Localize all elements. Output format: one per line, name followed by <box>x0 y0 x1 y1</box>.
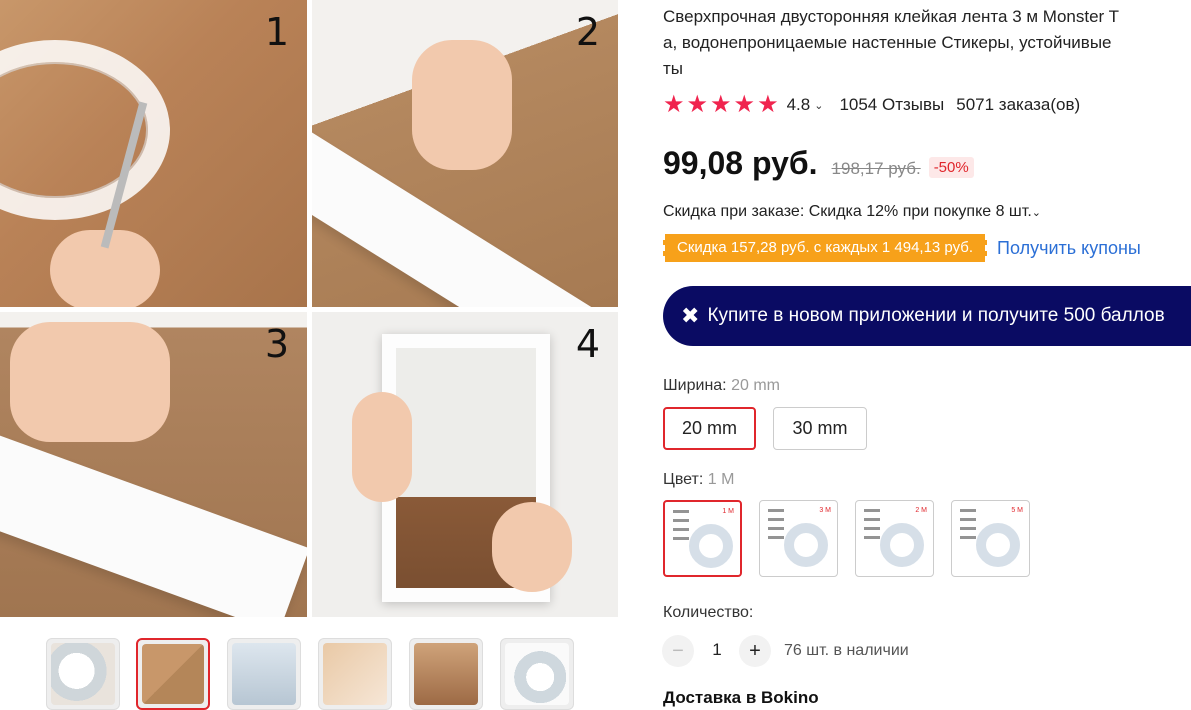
chevron-down-icon: ⌄ <box>1031 207 1041 219</box>
tape-roll-image <box>689 524 733 568</box>
product-title: Сверхпрочная двусторонняя клейкая лента … <box>663 7 1119 78</box>
chevron-down-icon[interactable]: ⌄ <box>814 99 823 112</box>
star-icon: ★ <box>710 91 732 118</box>
price-row: 99,08 руб. 198,17 руб. -50% <box>663 145 974 182</box>
thumbnail[interactable] <box>409 638 483 710</box>
option-tag: 2 M <box>915 507 927 514</box>
color-label-text: Цвет: <box>663 471 704 488</box>
order-discount-text: Скидка при заказе: Скидка 12% при покупк… <box>663 203 1032 220</box>
app-promo-text: Купите в новом приложении и получите 500… <box>707 305 1165 326</box>
color-label: Цвет: 1 M <box>663 471 734 489</box>
get-coupons-link[interactable]: Получить купоны <box>997 238 1141 259</box>
main-product-image[interactable]: 1 2 3 4 <box>0 0 618 617</box>
color-option-2m[interactable]: 2 M <box>855 500 934 577</box>
hand <box>10 322 170 442</box>
coupon-badge: Скидка 157,28 руб. с каждых 1 494,13 руб… <box>663 234 988 262</box>
quantity-increase-button[interactable]: + <box>739 635 771 667</box>
reviews-link[interactable]: 1054 Отзывы <box>839 95 944 115</box>
star-icon: ★ <box>757 91 779 118</box>
width-option-20mm[interactable]: 20 mm <box>663 407 756 450</box>
delivery-heading: Доставка в Bokino <box>663 688 819 707</box>
quantity-label: Количество: <box>663 604 754 621</box>
thumbnail[interactable] <box>46 638 120 710</box>
app-promo-button[interactable]: ✖ Купите в новом приложении и получите 5… <box>663 286 1191 346</box>
color-option-1m[interactable]: 1 M <box>663 500 742 577</box>
coupon-row: Скидка 157,28 руб. с каждых 1 494,13 руб… <box>663 234 1141 262</box>
quantity-decrease-button[interactable]: − <box>662 635 694 667</box>
tape-roll-image <box>976 523 1020 567</box>
star-icon: ★ <box>686 91 709 118</box>
orders-count: 5071 заказа(ов) <box>956 95 1081 114</box>
width-label-text: Ширина: <box>663 377 727 394</box>
color-option-5m[interactable]: 5 M <box>951 500 1030 577</box>
rating-row: ★ ★ ★ ★ ★ 4.8 ⌄ 1054 Отзывы 5071 заказа(… <box>663 92 1080 118</box>
tape-roll-image <box>880 523 924 567</box>
thumbnail[interactable] <box>318 638 392 710</box>
image-step-2: 2 <box>312 0 618 307</box>
hooks-image <box>960 509 976 539</box>
step-number: 1 <box>264 10 289 54</box>
image-step-1: 1 <box>0 0 307 307</box>
quantity-value[interactable]: 1 <box>703 640 731 660</box>
current-price: 99,08 руб. <box>663 145 818 181</box>
white-bar <box>0 432 307 617</box>
thumbnail[interactable] <box>227 638 301 710</box>
star-rating: ★ ★ ★ ★ ★ <box>663 93 779 117</box>
step-number: 2 <box>575 10 600 54</box>
thumbnail[interactable] <box>500 638 574 710</box>
tape-roll <box>0 40 170 220</box>
thumbnail-active[interactable] <box>136 638 210 710</box>
hand <box>412 40 512 170</box>
hand <box>492 502 572 592</box>
hooks-image <box>673 510 689 540</box>
image-step-4: 4 <box>312 312 618 617</box>
width-option-30mm[interactable]: 30 mm <box>773 407 867 450</box>
option-tag: 5 M <box>1011 507 1023 514</box>
option-tag: 1 M <box>722 508 734 515</box>
stock-count: 76 шт. в наличии <box>784 642 909 659</box>
width-selected-value: 20 mm <box>731 377 780 394</box>
discount-badge: -50% <box>928 157 974 178</box>
option-tag: 3 M <box>819 507 831 514</box>
bow-icon: ✖ <box>681 303 700 328</box>
old-price: 198,17 руб. <box>831 159 921 178</box>
color-option-3m[interactable]: 3 M <box>759 500 838 577</box>
width-label: Ширина: 20 mm <box>663 377 780 395</box>
image-step-3: 3 <box>0 312 307 617</box>
hooks-image <box>768 509 784 539</box>
step-number: 4 <box>575 322 600 366</box>
star-icon: ★ <box>733 91 756 118</box>
tape-roll-image <box>784 523 828 567</box>
hand <box>352 392 412 502</box>
hooks-image <box>864 509 880 539</box>
color-selected-value: 1 M <box>707 471 735 488</box>
rating-value[interactable]: 4.8 <box>787 95 811 115</box>
star-icon: ★ <box>663 91 685 118</box>
step-number: 3 <box>264 322 289 366</box>
order-discount[interactable]: Скидка при заказе: Скидка 12% при покупк… <box>663 203 1041 221</box>
